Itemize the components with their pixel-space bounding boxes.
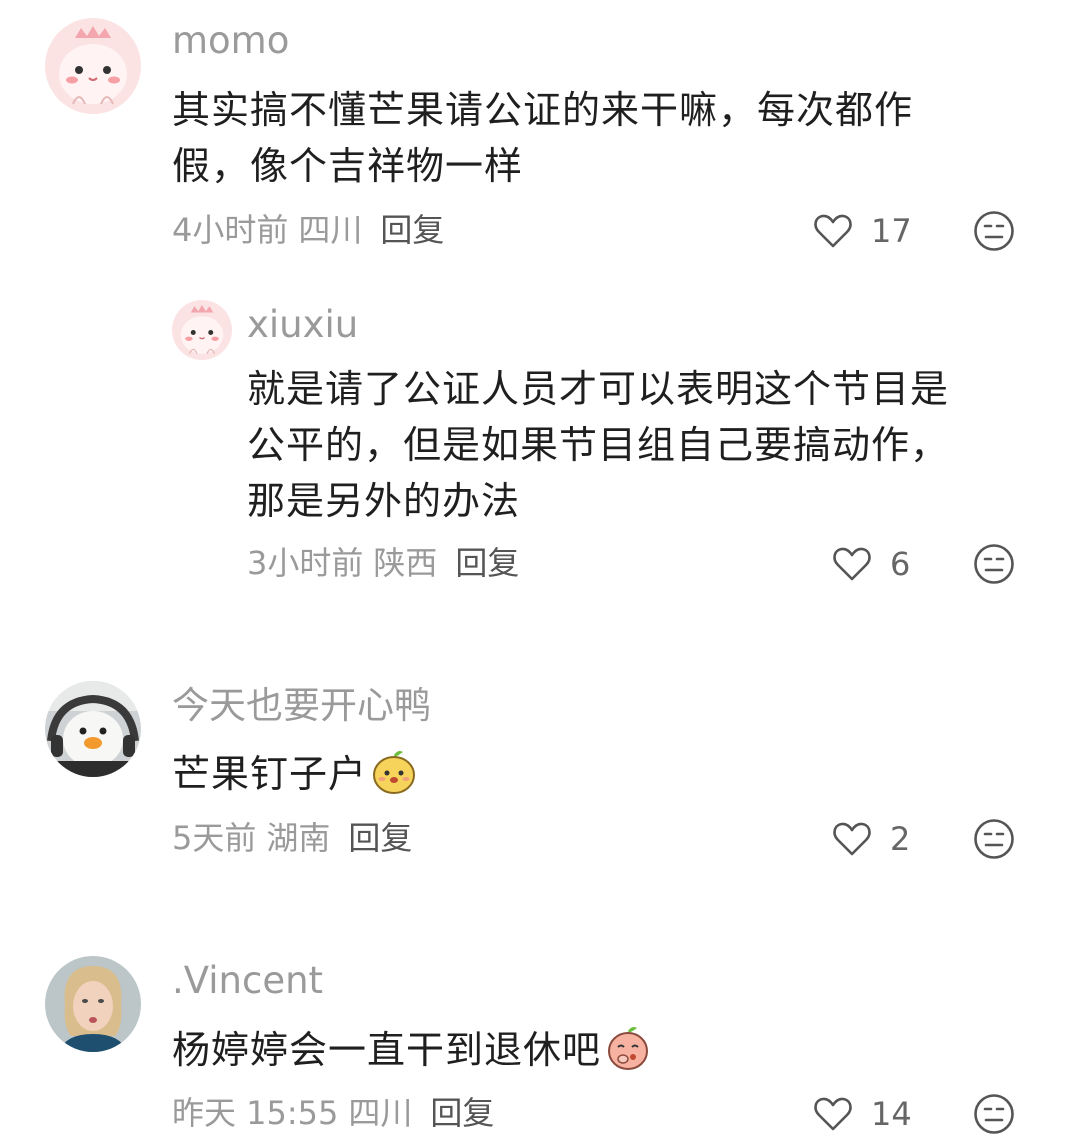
like-button[interactable]: 2	[830, 817, 910, 861]
avatar[interactable]	[172, 300, 232, 360]
username[interactable]: 今天也要开心鸭	[172, 684, 431, 728]
avatar[interactable]	[45, 18, 141, 114]
comment-meta: 3小时前 陕西 回复	[247, 543, 529, 583]
comment-meta: 5天前 湖南 回复	[172, 818, 422, 858]
comment-location: 四川	[298, 211, 363, 249]
comment-location: 陕西	[373, 544, 438, 582]
comment-text-line: 其实搞不懂芒果请公证的来干嘛，每次都作	[172, 88, 914, 132]
username[interactable]: momo	[172, 19, 289, 63]
comment-text-line: 芒果钉子户	[172, 746, 417, 802]
comment-text-line: 假，像个吉祥物一样	[172, 144, 524, 188]
like-button[interactable]: 14	[811, 1092, 912, 1136]
like-count: 6	[890, 545, 911, 583]
shy-peach-emoji	[605, 1025, 651, 1071]
comment-meta: 昨天 15:55 四川 回复	[172, 1093, 504, 1133]
comment-text: 就是请了公证人员才可以表明这个节目是 公平的，但是如果节目组自己要搞动作， 那是…	[247, 361, 949, 529]
comment-location: 湖南	[266, 819, 331, 857]
comment-time: 昨天 15:55	[172, 1094, 339, 1132]
pink-dino-avatar-icon	[172, 300, 232, 360]
comment-time: 4小时前	[172, 211, 289, 249]
comment-location: 四川	[348, 1094, 413, 1132]
comment-time: 5天前	[172, 819, 257, 857]
like-count: 14	[871, 1095, 912, 1133]
dislike-button[interactable]	[973, 818, 1015, 860]
comment-text-line: 杨婷婷会一直干到退休吧	[172, 1022, 651, 1078]
reply-button[interactable]: 回复	[380, 211, 444, 249]
meh-face-icon	[974, 819, 1014, 859]
comment-text-line: 那是另外的办法	[247, 479, 521, 523]
heart-icon	[833, 547, 871, 581]
avatar[interactable]	[45, 956, 141, 1052]
comment-text: 杨婷婷会一直干到退休吧	[172, 1022, 651, 1078]
comment-text-line: 就是请了公证人员才可以表明这个节目是	[247, 367, 950, 411]
dislike-button[interactable]	[973, 543, 1015, 585]
like-button[interactable]: 6	[830, 542, 910, 586]
comment-meta: 4小时前 四川 回复	[172, 210, 454, 250]
comment-text-segment: 杨婷婷会一直干到退休吧	[172, 1028, 602, 1072]
reply-button[interactable]: 回复	[348, 819, 412, 857]
dislike-button[interactable]	[973, 210, 1015, 252]
heart-icon	[814, 214, 852, 248]
reply-button[interactable]: 回复	[430, 1094, 494, 1132]
like-count: 17	[871, 212, 912, 250]
username[interactable]: .Vincent	[172, 959, 323, 1003]
portrait-avatar-icon	[45, 956, 141, 1052]
duck-plush-avatar-icon	[45, 681, 141, 777]
comment-list: momo 其实搞不懂芒果请公证的来干嘛，每次都作 假，像个吉祥物一样 4小时前四…	[0, 0, 1080, 1146]
reply-button[interactable]: 回复	[455, 544, 519, 582]
pink-dino-avatar-icon	[45, 18, 141, 114]
heart-icon	[833, 822, 871, 856]
mango-face-emoji	[371, 749, 417, 795]
comment-text: 芒果钉子户	[172, 746, 417, 802]
avatar[interactable]	[45, 681, 141, 777]
comment-text-line: 公平的，但是如果节目组自己要搞动作，	[247, 423, 950, 467]
meh-face-icon	[974, 1094, 1014, 1134]
dislike-button[interactable]	[973, 1093, 1015, 1135]
comment-time: 3小时前	[247, 544, 364, 582]
heart-icon	[814, 1097, 852, 1131]
like-button[interactable]: 17	[811, 209, 912, 253]
comment-text: 其实搞不懂芒果请公证的来干嘛，每次都作 假，像个吉祥物一样	[172, 82, 913, 194]
username[interactable]: xiuxiu	[247, 303, 358, 347]
meh-face-icon	[974, 211, 1014, 251]
like-count: 2	[890, 820, 911, 858]
meh-face-icon	[974, 544, 1014, 584]
comment-text-segment: 芒果钉子户	[172, 752, 368, 796]
